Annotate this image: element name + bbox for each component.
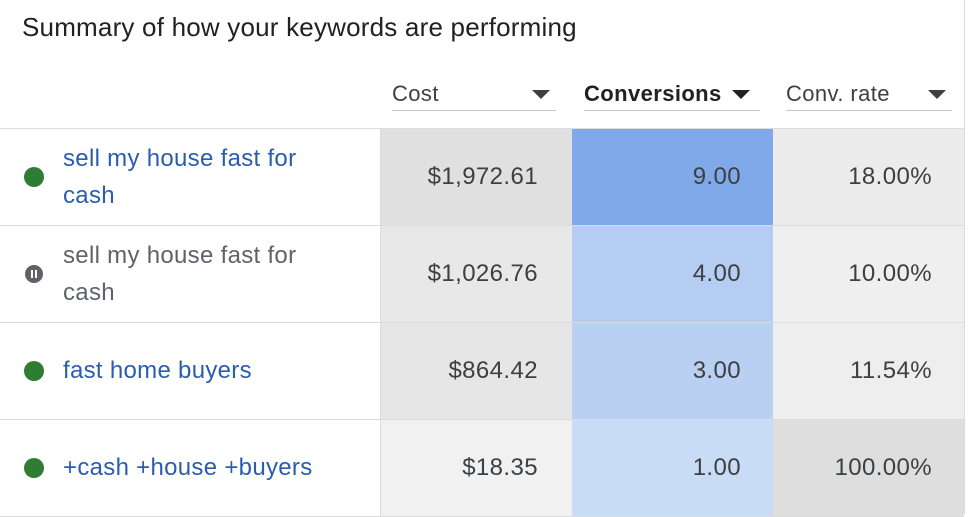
keyword-text: sell my house fast for cash (63, 237, 363, 311)
conv-rate-cell: 11.54% (773, 323, 964, 419)
conversions-cell: 4.00 (572, 226, 773, 322)
column-header-conv-rate[interactable]: Conv. rate (786, 78, 952, 111)
keyword-text-line: cash (63, 279, 115, 306)
column-header-cost-label: Cost (392, 81, 439, 106)
keyword-cell: sell my house fast for cash (0, 129, 381, 225)
enabled-status-icon (24, 167, 44, 187)
keyword-cell: sell my house fast for cash (0, 226, 381, 322)
paused-status-icon (25, 265, 43, 283)
sort-dropdown-icon[interactable] (532, 89, 550, 99)
cost-cell: $18.35 (381, 420, 572, 516)
sort-dropdown-icon[interactable] (928, 89, 946, 99)
keyword-text-line: +cash +house +buyers (63, 454, 313, 481)
keyword-text-line: fast home buyers (63, 357, 252, 384)
column-header-conversions-label: Conversions (584, 81, 722, 106)
keyword-link[interactable]: sell my house fast for cash (63, 140, 363, 214)
enabled-status-icon (24, 458, 44, 478)
conversions-cell: 3.00 (572, 323, 773, 419)
cost-cell: $1,972.61 (381, 129, 572, 225)
conversions-cell: 9.00 (572, 129, 773, 225)
conv-rate-cell: 18.00% (773, 129, 964, 225)
keyword-cell: +cash +house +buyers (0, 420, 381, 516)
table-row: fast home buyers $864.42 3.00 11.54% (0, 322, 964, 419)
keyword-link[interactable]: fast home buyers (63, 352, 363, 389)
keyword-table-body: sell my house fast for cash $1,972.61 9.… (0, 128, 964, 517)
keyword-cell: fast home buyers (0, 323, 381, 419)
cost-cell: $864.42 (381, 323, 572, 419)
table-row: sell my house fast for cash $1,026.76 4.… (0, 225, 964, 322)
keyword-link[interactable]: +cash +house +buyers (63, 449, 363, 486)
cost-cell: $1,026.76 (381, 226, 572, 322)
keyword-text-line: sell my house fast for (63, 145, 297, 172)
table-row: +cash +house +buyers $18.35 1.00 100.00% (0, 419, 964, 517)
enabled-status-icon (24, 361, 44, 381)
card-title: Summary of how your keywords are perform… (22, 12, 577, 42)
column-header-conv-rate-label: Conv. rate (786, 81, 890, 106)
column-header-conversions[interactable]: Conversions (584, 78, 760, 111)
sort-dropdown-icon[interactable] (732, 89, 750, 99)
column-header-cost[interactable]: Cost (392, 78, 556, 111)
conv-rate-cell: 10.00% (773, 226, 964, 322)
table-header: Cost Conversions Conv. rate (0, 78, 964, 128)
conversions-cell: 1.00 (572, 420, 773, 516)
keyword-text-line: sell my house fast for (63, 242, 297, 269)
keyword-text-line: cash (63, 182, 115, 209)
conv-rate-cell: 100.00% (773, 420, 964, 516)
table-row: sell my house fast for cash $1,972.61 9.… (0, 128, 964, 225)
keyword-summary-card: Summary of how your keywords are perform… (0, 0, 965, 517)
